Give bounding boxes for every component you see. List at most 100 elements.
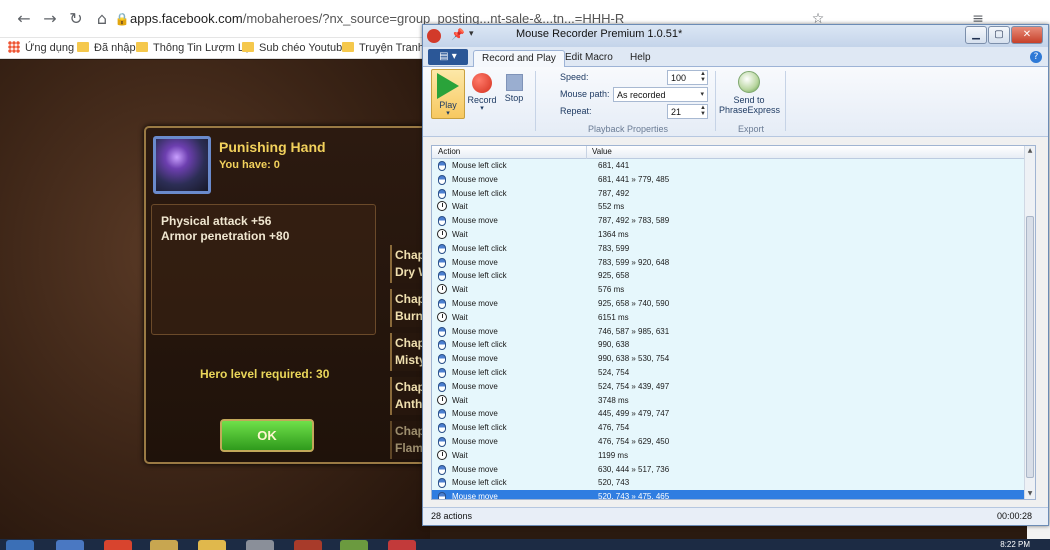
table-row[interactable]: Mouse left click 524, 754: [432, 366, 1025, 380]
table-row[interactable]: Mouse left click 787, 492: [432, 187, 1025, 201]
table-row[interactable]: Mouse left click 476, 754: [432, 421, 1025, 435]
row-value: 524, 754 » 439, 497: [598, 381, 670, 391]
scroll-down-icon[interactable]: ▼: [1025, 489, 1035, 499]
bookmark-truyen-tranh[interactable]: Truyện Tranh: [342, 41, 424, 56]
row-action: Wait: [452, 285, 468, 295]
taskbar-app-icon[interactable]: [294, 540, 322, 550]
column-header-action[interactable]: Action: [438, 147, 460, 156]
play-button[interactable]: Play ▾: [431, 69, 465, 119]
spin-arrows-icon[interactable]: ▲ ▼: [700, 71, 706, 83]
row-value: 445, 499 » 479, 747: [598, 409, 670, 419]
pin-icon[interactable]: 📌: [451, 28, 465, 41]
table-row[interactable]: Mouse move 681, 441 » 779, 485: [432, 173, 1025, 187]
ribbon-separator: [785, 71, 786, 131]
mouse-icon: [438, 381, 446, 392]
table-row[interactable]: Mouse move 990, 638 » 530, 754: [432, 352, 1025, 366]
macro-action-list[interactable]: Action Value Mouse left click 681, 441 Mou…: [431, 145, 1036, 500]
row-value: 990, 638 » 530, 754: [598, 354, 670, 364]
row-value: 787, 492: [598, 188, 630, 198]
taskbar-app-icon[interactable]: [56, 540, 84, 550]
bookmark-apps[interactable]: Ứng dụng: [8, 41, 74, 56]
table-row[interactable]: Mouse move 746, 587 » 985, 631: [432, 325, 1025, 339]
maximize-button[interactable]: ▢: [988, 26, 1010, 44]
table-row[interactable]: Wait 576 ms: [432, 283, 1025, 297]
export-group-label: Export: [738, 124, 765, 134]
table-row[interactable]: Mouse move 925, 658 » 740, 590: [432, 297, 1025, 311]
item-stats-box: Physical attack +56 Armor penetration +8…: [151, 204, 376, 335]
help-icon[interactable]: ?: [1030, 51, 1042, 63]
table-row[interactable]: Mouse left click 990, 638: [432, 338, 1025, 352]
row-action: Mouse left click: [452, 340, 507, 350]
table-row[interactable]: Mouse move 520, 743 » 475, 465: [432, 490, 1025, 500]
mouse-path-label: Mouse path:: [560, 89, 610, 99]
speed-stepper[interactable]: 100 ▲ ▼: [667, 70, 708, 85]
table-row[interactable]: Wait 1199 ms: [432, 449, 1025, 463]
spin-arrows-icon[interactable]: ▲ ▼: [700, 105, 706, 117]
mouse-path-select[interactable]: As recorded ▾: [613, 87, 708, 102]
table-row[interactable]: Mouse move 445, 499 » 479, 747: [432, 407, 1025, 421]
row-value: 476, 754 » 629, 450: [598, 436, 670, 446]
row-action: Mouse move: [452, 492, 498, 500]
ok-button[interactable]: OK: [220, 419, 314, 452]
mouse-icon: [438, 188, 446, 199]
row-action: Mouse left click: [452, 161, 507, 170]
item-dialog: Punishing Hand You have: 0 Physical atta…: [144, 126, 429, 464]
repeat-stepper[interactable]: 21 ▲ ▼: [667, 104, 708, 119]
list-header: Action Value: [432, 146, 1025, 159]
table-row[interactable]: Wait 6151 ms: [432, 311, 1025, 325]
mouse-icon: [438, 409, 446, 420]
vertical-scrollbar[interactable]: ▲ ▼: [1024, 146, 1035, 499]
file-menu-button[interactable]: ▤ ▾: [428, 49, 468, 65]
playback-properties-group-label: Playback Properties: [588, 124, 669, 134]
item-owned-count: You have: 0: [219, 159, 280, 171]
record-button[interactable]: Record ▾: [465, 69, 499, 119]
start-button-icon[interactable]: [6, 540, 34, 550]
scroll-up-icon[interactable]: ▲: [1025, 146, 1035, 156]
tab-help[interactable]: Help: [622, 50, 659, 67]
tab-edit-macro[interactable]: Edit Macro: [557, 50, 621, 67]
table-row[interactable]: Wait 552 ms: [432, 200, 1025, 214]
bookmark-imported[interactable]: Đã nhập: [77, 41, 136, 56]
table-row[interactable]: Wait 3748 ms: [432, 394, 1025, 408]
mouse-icon: [438, 478, 446, 489]
send-to-phraseexpress-button[interactable]: Send to PhraseExpress: [719, 69, 780, 119]
taskbar-app-icon[interactable]: [246, 540, 274, 550]
taskbar-app-icon[interactable]: [104, 540, 132, 550]
lock-icon: 🔒: [114, 12, 130, 26]
bookmark-sub-cheo[interactable]: Sub chéo Youtube: [242, 41, 348, 56]
table-row[interactable]: Mouse left click 520, 743: [432, 476, 1025, 490]
row-value: 476, 754: [598, 423, 630, 433]
title-bar[interactable]: 📌 ▾ Mouse Recorder Premium 1.0.51* ▁ ▢ ✕: [423, 25, 1048, 47]
taskbar-app-icon[interactable]: [198, 540, 226, 550]
back-arrow-icon[interactable]: ←: [14, 9, 34, 29]
table-row[interactable]: Mouse left click 783, 599: [432, 242, 1025, 256]
table-row[interactable]: Mouse move 787, 492 » 783, 589: [432, 214, 1025, 228]
folder-icon: [242, 42, 254, 52]
forward-arrow-icon[interactable]: →: [40, 9, 60, 29]
table-row[interactable]: Mouse move 524, 754 » 439, 497: [432, 380, 1025, 394]
scroll-thumb[interactable]: [1026, 216, 1034, 478]
taskbar-app-icon[interactable]: [388, 540, 416, 550]
close-button[interactable]: ✕: [1011, 26, 1043, 44]
taskbar-app-icon[interactable]: [150, 540, 178, 550]
clock-icon: [437, 311, 447, 322]
reload-icon[interactable]: ↻: [66, 9, 86, 29]
minimize-button[interactable]: ▁: [965, 26, 987, 44]
row-action: Mouse move: [452, 436, 498, 446]
table-row[interactable]: Mouse move 476, 754 » 629, 450: [432, 435, 1025, 449]
quick-access-dropdown-icon[interactable]: ▾: [469, 29, 474, 39]
table-row[interactable]: Mouse move 783, 599 » 920, 648: [432, 256, 1025, 270]
row-value: 552 ms: [598, 202, 625, 212]
tab-record-and-play[interactable]: Record and Play: [473, 50, 565, 67]
table-row[interactable]: Mouse left click 681, 441: [432, 159, 1025, 173]
column-header-value[interactable]: Value: [592, 147, 612, 156]
stop-button[interactable]: Stop: [497, 69, 531, 119]
home-icon[interactable]: ⌂: [92, 9, 112, 29]
row-action: Wait: [452, 229, 468, 239]
taskbar-app-icon[interactable]: [340, 540, 368, 550]
table-row[interactable]: Wait 1364 ms: [432, 228, 1025, 242]
bookmark-thong-tin[interactable]: Thông Tin Lượm Lặt: [136, 41, 253, 56]
table-row[interactable]: Mouse move 630, 444 » 517, 736: [432, 463, 1025, 477]
table-row[interactable]: Mouse left click 925, 658: [432, 269, 1025, 283]
row-value: 783, 599 » 920, 648: [598, 257, 670, 267]
